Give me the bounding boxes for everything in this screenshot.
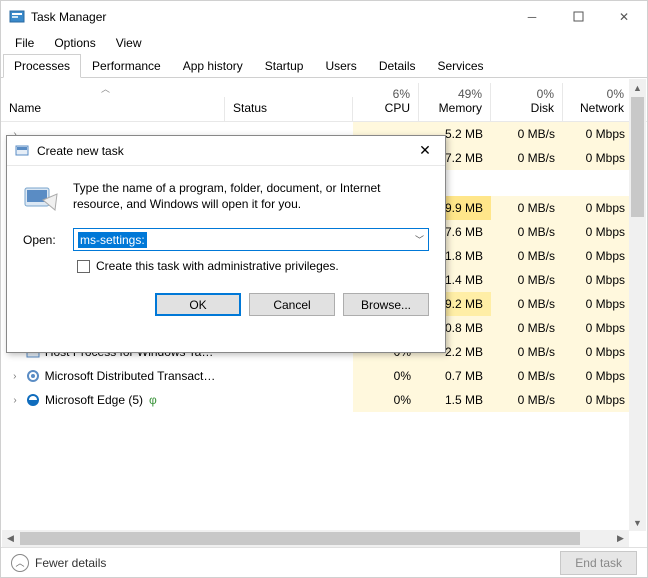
minimize-button[interactable]: ─ bbox=[509, 1, 555, 32]
cell-value: 0 Mbps bbox=[563, 388, 633, 412]
window-buttons: ─ ✕ bbox=[509, 1, 647, 32]
scroll-right-icon[interactable]: ▶ bbox=[612, 533, 629, 544]
cell-value: 0 MB/s bbox=[491, 292, 563, 316]
task-manager-icon bbox=[9, 9, 25, 25]
tab-users[interactable]: Users bbox=[314, 54, 367, 78]
col-header-memory[interactable]: 49%Memory bbox=[419, 83, 491, 121]
col-header-name[interactable]: Name bbox=[1, 97, 225, 121]
col-header-status[interactable]: Status bbox=[225, 97, 353, 121]
menu-options[interactable]: Options bbox=[46, 34, 103, 52]
browse-button[interactable]: Browse... bbox=[343, 293, 429, 316]
cell-value: 0% bbox=[353, 388, 419, 412]
dialog-titlebar: Create new task ✕ bbox=[7, 136, 445, 166]
col-header-network[interactable]: 0%Network bbox=[563, 83, 633, 121]
expand-icon[interactable]: › bbox=[9, 371, 21, 382]
cell-value: 0 Mbps bbox=[563, 122, 633, 146]
window-title: Task Manager bbox=[31, 10, 509, 24]
scroll-up-icon[interactable]: ▲ bbox=[629, 79, 646, 96]
run-program-icon bbox=[23, 180, 59, 216]
cell-value: 0 MB/s bbox=[491, 268, 563, 292]
cell-value: 1.5 MB bbox=[419, 388, 491, 412]
cell-value: 0 Mbps bbox=[563, 146, 633, 170]
cell-value: 0 MB/s bbox=[491, 364, 563, 388]
scroll-left-icon[interactable]: ◀ bbox=[2, 533, 19, 544]
msdtc-icon bbox=[25, 368, 41, 384]
cell-value: 0 Mbps bbox=[563, 340, 633, 364]
task-manager-window: Task Manager ─ ✕ File Options View Proce… bbox=[0, 0, 648, 578]
col-header-cpu[interactable]: 6%CPU bbox=[353, 83, 419, 121]
open-label: Open: bbox=[23, 233, 63, 247]
edge-icon bbox=[25, 392, 41, 408]
expand-icon[interactable]: › bbox=[9, 395, 21, 406]
horizontal-scrollbar[interactable]: ◀ ▶ bbox=[2, 530, 629, 547]
scroll-thumb[interactable] bbox=[631, 97, 644, 217]
cell-value: 0 MB/s bbox=[491, 244, 563, 268]
scroll-thumb-h[interactable] bbox=[20, 532, 580, 545]
tab-performance[interactable]: Performance bbox=[81, 54, 172, 78]
leaf-icon: φ bbox=[149, 393, 157, 407]
vertical-scrollbar[interactable]: ▲ ▼ bbox=[629, 79, 646, 531]
dialog-title: Create new task bbox=[37, 144, 405, 158]
close-button[interactable]: ✕ bbox=[601, 1, 647, 32]
titlebar: Task Manager ─ ✕ bbox=[1, 1, 647, 32]
cancel-button[interactable]: Cancel bbox=[249, 293, 335, 316]
tab-processes[interactable]: Processes bbox=[3, 54, 81, 78]
run-dialog-icon bbox=[15, 143, 31, 159]
table-row[interactable]: › Microsoft Distributed Transactio... 0%0.… bbox=[1, 364, 647, 388]
open-input-value: ms-settings: bbox=[78, 232, 147, 248]
cell-value: 0 Mbps bbox=[563, 292, 633, 316]
cell-value: 0 MB/s bbox=[491, 146, 563, 170]
footer: ︿ Fewer details End task bbox=[1, 547, 647, 577]
col-header-disk[interactable]: 0%Disk bbox=[491, 83, 563, 121]
menu-view[interactable]: View bbox=[108, 34, 150, 52]
cell-value: 0 MB/s bbox=[491, 388, 563, 412]
cell-value: 0 Mbps bbox=[563, 244, 633, 268]
menubar: File Options View bbox=[1, 32, 647, 54]
cell-value: 0 MB/s bbox=[491, 122, 563, 146]
cell-value: 0 MB/s bbox=[491, 340, 563, 364]
cell-value: 0 Mbps bbox=[563, 220, 633, 244]
fewer-details-label: Fewer details bbox=[35, 556, 106, 570]
fewer-details-button[interactable]: ︿ Fewer details bbox=[11, 554, 106, 572]
create-new-task-dialog: Create new task ✕ Type the name of a pro… bbox=[6, 135, 446, 353]
cell-value: 0 Mbps bbox=[563, 196, 633, 220]
dialog-instruction: Type the name of a program, folder, docu… bbox=[73, 180, 429, 216]
tab-services[interactable]: Services bbox=[427, 54, 495, 78]
ok-button[interactable]: OK bbox=[155, 293, 241, 316]
tab-app-history[interactable]: App history bbox=[172, 54, 254, 78]
cell-value: 0 MB/s bbox=[491, 196, 563, 220]
cell-value: 0 Mbps bbox=[563, 268, 633, 292]
menu-file[interactable]: File bbox=[7, 34, 42, 52]
scroll-down-icon[interactable]: ▼ bbox=[629, 514, 646, 531]
sort-indicator-icon: ︿ bbox=[101, 82, 110, 95]
open-input[interactable]: ms-settings: ﹀ bbox=[73, 228, 429, 251]
dialog-close-button[interactable]: ✕ bbox=[405, 142, 445, 159]
tabs: Processes Performance App history Startu… bbox=[1, 54, 647, 78]
cell-value: 0 Mbps bbox=[563, 316, 633, 340]
dropdown-icon[interactable]: ﹀ bbox=[415, 233, 424, 246]
process-name: Microsoft Edge (5) bbox=[45, 393, 143, 407]
admin-checkbox-label: Create this task with administrative pri… bbox=[96, 259, 339, 273]
cell-value: 0.7 MB bbox=[419, 364, 491, 388]
cell-value: 0 MB/s bbox=[491, 220, 563, 244]
cell-value: 0 Mbps bbox=[563, 364, 633, 388]
chevron-up-icon: ︿ bbox=[11, 554, 29, 572]
end-task-button[interactable]: End task bbox=[560, 551, 637, 575]
maximize-button[interactable] bbox=[555, 1, 601, 32]
cell-value: 0 MB/s bbox=[491, 316, 563, 340]
tab-startup[interactable]: Startup bbox=[254, 54, 315, 78]
admin-checkbox[interactable] bbox=[77, 260, 90, 273]
cell-value: 0% bbox=[353, 364, 419, 388]
column-headers: ︿ Name Status 6%CPU 49%Memory 0%Disk 0%N… bbox=[1, 78, 647, 122]
process-name: Microsoft Distributed Transactio... bbox=[45, 369, 217, 383]
tab-details[interactable]: Details bbox=[368, 54, 427, 78]
table-row[interactable]: › Microsoft Edge (5) φ 0%1.5 MB0 MB/s0 Mbps bbox=[1, 388, 647, 412]
